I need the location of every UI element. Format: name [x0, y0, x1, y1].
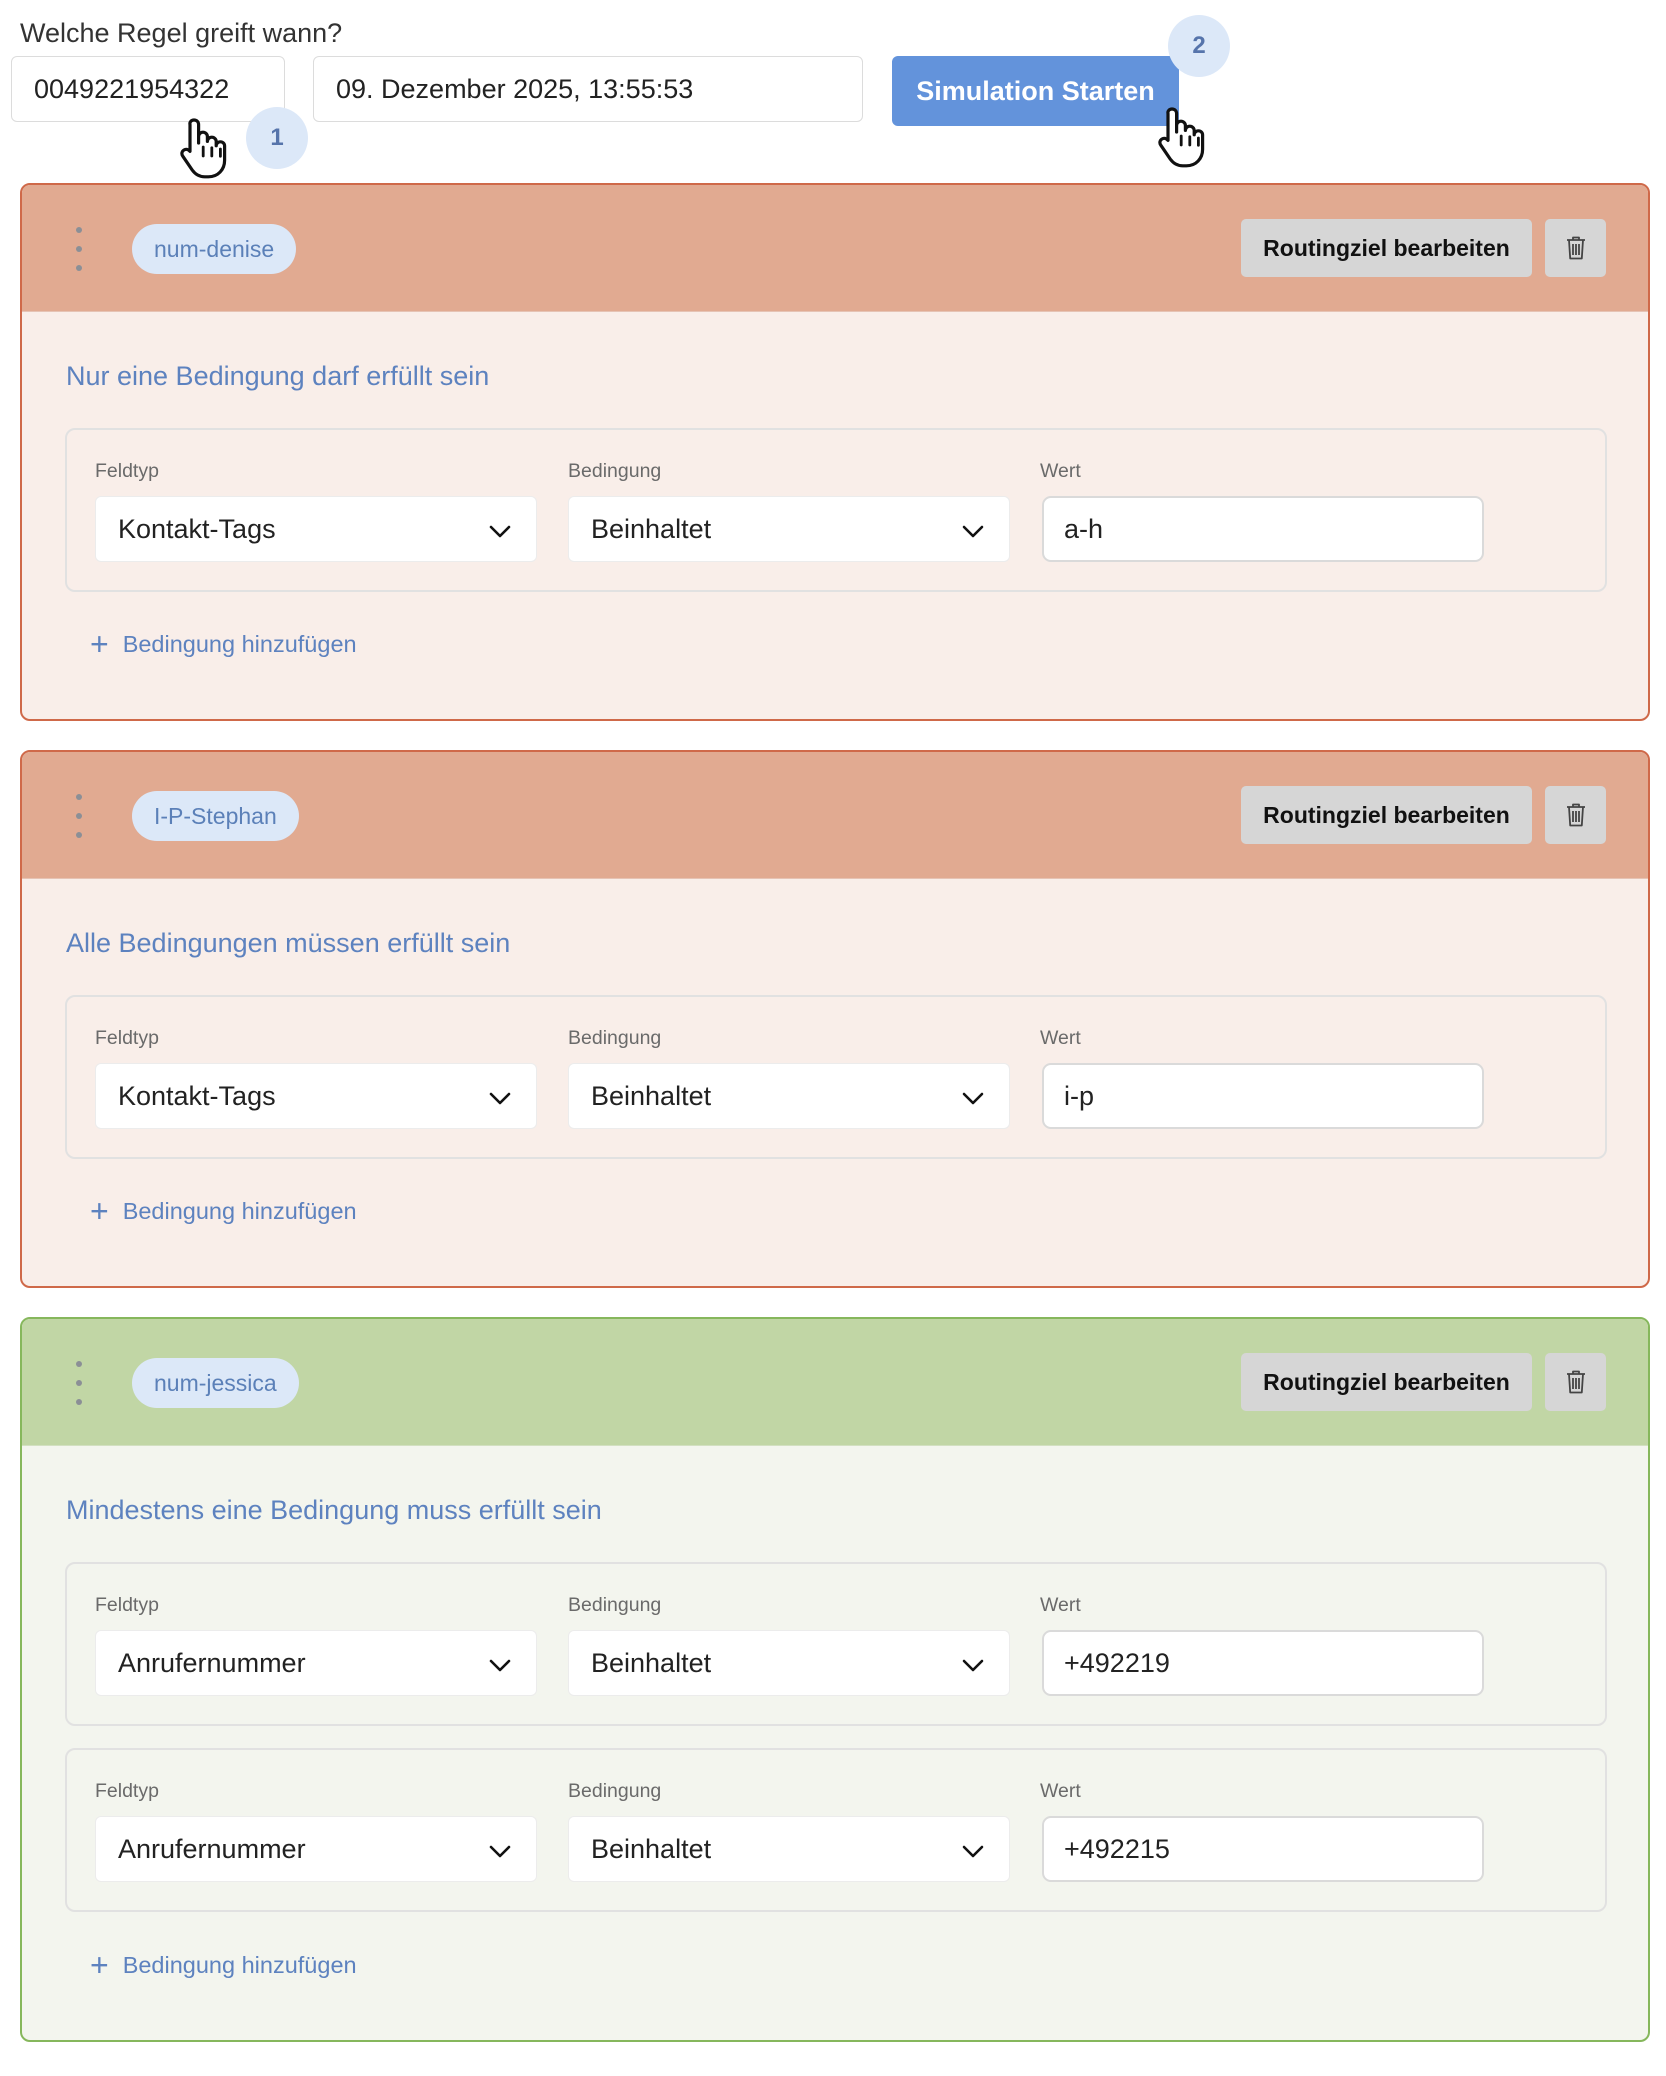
- hand-pointer-icon: [180, 118, 227, 179]
- field-type-label: Feldtyp: [95, 460, 159, 482]
- add-condition-label: Bedingung hinzufügen: [122, 1951, 357, 1978]
- value-label: Wert: [1040, 1027, 1081, 1049]
- condition-row: Feldtyp Bedingung Wert Kontakt-Tags Bein…: [65, 995, 1607, 1159]
- rule-header: num-denise Routingziel bearbeiten: [22, 185, 1648, 312]
- chevron-down-icon: [962, 1092, 984, 1105]
- condition-row: Feldtyp Bedingung Wert Anrufernummer Bei…: [65, 1562, 1607, 1726]
- rule-card: I-P-Stephan Routingziel bearbeiten Alle …: [20, 750, 1650, 1288]
- value-label: Wert: [1040, 460, 1081, 482]
- field-type-label: Feldtyp: [95, 1594, 159, 1616]
- hand-pointer-icon: [1158, 107, 1205, 168]
- chevron-down-icon: [489, 1092, 511, 1105]
- routing-target-chip: I-P-Stephan: [132, 791, 299, 841]
- rule-mode-text: Mindestens eine Bedingung muss erfüllt s…: [66, 1495, 602, 1525]
- chevron-down-icon: [489, 1659, 511, 1672]
- field-type-value: Anrufernummer: [118, 1833, 306, 1864]
- simulation-datetime-input[interactable]: 09. Dezember 2025, 13:55:53: [313, 56, 863, 122]
- condition-label: Bedingung: [568, 460, 662, 482]
- condition-select[interactable]: Beinhaltet: [568, 1630, 1010, 1696]
- delete-rule-button[interactable]: [1545, 1353, 1606, 1411]
- field-type-label: Feldtyp: [95, 1780, 159, 1802]
- field-type-value: Kontakt-Tags: [118, 1080, 276, 1111]
- rule-mode-text: Nur eine Bedingung darf erfüllt sein: [66, 361, 490, 391]
- condition-value: Beinhaltet: [591, 1647, 712, 1678]
- value-input[interactable]: i-p: [1042, 1063, 1484, 1129]
- value-input[interactable]: +492219: [1042, 1630, 1484, 1696]
- delete-rule-button[interactable]: [1545, 786, 1606, 844]
- field-type-select[interactable]: Anrufernummer: [95, 1630, 537, 1696]
- condition-label: Bedingung: [568, 1027, 662, 1049]
- field-type-select[interactable]: Kontakt-Tags: [95, 1063, 537, 1129]
- value-label: Wert: [1040, 1780, 1081, 1802]
- add-condition-button[interactable]: + Bedingung hinzufügen: [90, 1195, 357, 1227]
- condition-label: Bedingung: [568, 1780, 662, 1802]
- plus-icon: +: [90, 626, 109, 662]
- simulation-phone-input[interactable]: 0049221954322: [11, 56, 285, 122]
- condition-row: Feldtyp Bedingung Wert Anrufernummer Bei…: [65, 1748, 1607, 1912]
- drag-handle-icon[interactable]: [72, 1361, 86, 1405]
- condition-select[interactable]: Beinhaltet: [568, 1816, 1010, 1882]
- value-label: Wert: [1040, 1594, 1081, 1616]
- rule-header: I-P-Stephan Routingziel bearbeiten: [22, 752, 1648, 879]
- rule-card: num-denise Routingziel bearbeiten Nur ei…: [20, 183, 1650, 721]
- edit-routing-target-button[interactable]: Routingziel bearbeiten: [1241, 1353, 1532, 1411]
- chevron-down-icon: [489, 1845, 511, 1858]
- routing-target-chip: num-denise: [132, 224, 297, 274]
- field-type-select[interactable]: Anrufernummer: [95, 1816, 537, 1882]
- edit-routing-target-button[interactable]: Routingziel bearbeiten: [1241, 219, 1532, 277]
- plus-icon: +: [90, 1193, 109, 1229]
- rule-card: num-jessica Routingziel bearbeiten Minde…: [20, 1317, 1650, 2042]
- drag-handle-icon[interactable]: [72, 227, 86, 271]
- drag-handle-icon[interactable]: [72, 794, 86, 838]
- field-type-label: Feldtyp: [95, 1027, 159, 1049]
- trash-icon: [1566, 236, 1585, 260]
- delete-rule-button[interactable]: [1545, 219, 1606, 277]
- value-input[interactable]: +492215: [1042, 1816, 1484, 1882]
- add-condition-label: Bedingung hinzufügen: [122, 630, 357, 657]
- simulation-label: Welche Regel greift wann?: [20, 18, 343, 48]
- rule-header: num-jessica Routingziel bearbeiten: [22, 1319, 1648, 1446]
- chevron-down-icon: [962, 1845, 984, 1858]
- step-badge-1: 1: [246, 107, 308, 169]
- rule-mode-text: Alle Bedingungen müssen erfüllt sein: [66, 928, 511, 958]
- plus-icon: +: [90, 1947, 109, 1983]
- add-condition-label: Bedingung hinzufügen: [122, 1197, 357, 1224]
- value-input[interactable]: a-h: [1042, 496, 1484, 562]
- trash-icon: [1566, 1370, 1585, 1394]
- field-type-value: Kontakt-Tags: [118, 513, 276, 544]
- trash-icon: [1566, 803, 1585, 827]
- condition-row: Feldtyp Bedingung Wert Kontakt-Tags Bein…: [65, 428, 1607, 592]
- step-badge-2: 2: [1168, 15, 1230, 77]
- condition-label: Bedingung: [568, 1594, 662, 1616]
- condition-select[interactable]: Beinhaltet: [568, 496, 1010, 562]
- routing-target-chip: num-jessica: [132, 1358, 299, 1408]
- field-type-select[interactable]: Kontakt-Tags: [95, 496, 537, 562]
- chevron-down-icon: [489, 525, 511, 538]
- add-condition-button[interactable]: + Bedingung hinzufügen: [90, 1949, 357, 1981]
- field-type-value: Anrufernummer: [118, 1647, 306, 1678]
- chevron-down-icon: [962, 525, 984, 538]
- condition-value: Beinhaltet: [591, 513, 712, 544]
- condition-value: Beinhaltet: [591, 1080, 712, 1111]
- condition-value: Beinhaltet: [591, 1833, 712, 1864]
- start-simulation-button[interactable]: Simulation Starten: [892, 56, 1179, 126]
- add-condition-button[interactable]: + Bedingung hinzufügen: [90, 628, 357, 660]
- condition-select[interactable]: Beinhaltet: [568, 1063, 1010, 1129]
- chevron-down-icon: [962, 1659, 984, 1672]
- edit-routing-target-button[interactable]: Routingziel bearbeiten: [1241, 786, 1532, 844]
